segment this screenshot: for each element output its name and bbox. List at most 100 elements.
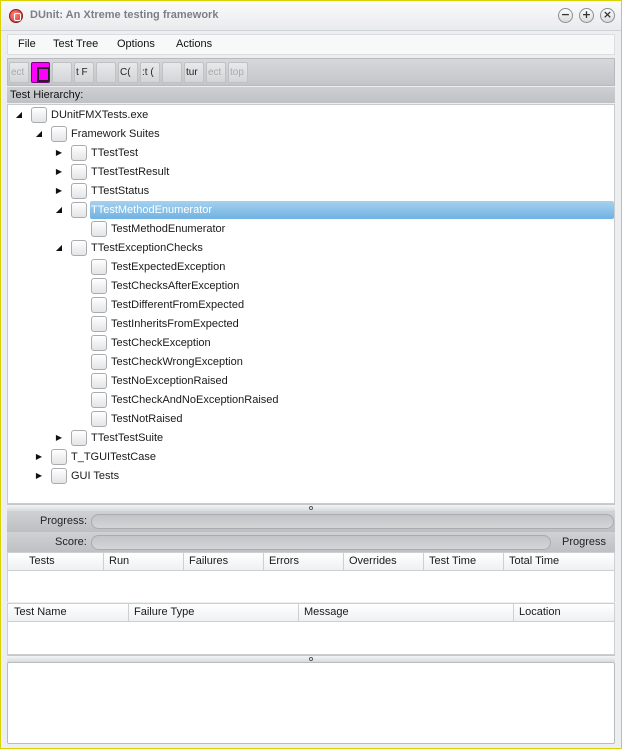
tree-node-checkbox[interactable] bbox=[51, 468, 67, 484]
expanded-arrow-icon[interactable]: ◢ bbox=[54, 205, 64, 214]
window-title: DUnit: An Xtreme testing framework bbox=[30, 9, 219, 21]
tree-node-label: TestCheckException bbox=[111, 337, 211, 349]
splitter-handle[interactable] bbox=[7, 504, 615, 511]
tree-node-checkbox[interactable] bbox=[31, 107, 47, 123]
tree-node-label: TestMethodEnumerator bbox=[111, 223, 226, 235]
expanded-arrow-icon[interactable]: ◢ bbox=[14, 110, 24, 119]
column-separator[interactable] bbox=[423, 553, 424, 571]
tree-node-checkbox[interactable] bbox=[71, 202, 87, 218]
tree-node-checkbox[interactable] bbox=[91, 259, 107, 275]
toolbar: ect t F C(:t (tur ect top bbox=[7, 58, 615, 86]
column-header[interactable]: Tests bbox=[29, 555, 55, 567]
column-header[interactable]: Failure Type bbox=[134, 606, 194, 618]
column-separator[interactable] bbox=[343, 553, 344, 571]
tree-node-checkbox[interactable] bbox=[91, 278, 107, 294]
menu-bar: File Test Tree Options Actions bbox=[7, 34, 615, 55]
test-tree[interactable]: ◢ DUnitFMXTests.exe ◢ Framework Suites ▶ TTes… bbox=[7, 104, 615, 504]
toolbar-button[interactable]: t F bbox=[74, 62, 94, 83]
tree-node-label: DUnitFMXTests.exe bbox=[51, 109, 149, 121]
tree-node-checkbox[interactable] bbox=[91, 297, 107, 313]
toolbar-button[interactable]: :t ( bbox=[140, 62, 160, 83]
score-label: Score: bbox=[55, 536, 87, 548]
tree-node-label: TestCheckWrongException bbox=[111, 356, 243, 368]
tree-node-label: TTestTestSuite bbox=[91, 432, 164, 444]
toolbar-button[interactable]: ect bbox=[206, 62, 226, 83]
tree-node-checkbox[interactable] bbox=[71, 240, 87, 256]
toolbar-button[interactable]: top bbox=[228, 62, 248, 83]
tree-node-label: TTestMethodEnumerator bbox=[91, 204, 213, 216]
tree-node-checkbox[interactable] bbox=[51, 449, 67, 465]
progress-caption: Progress bbox=[562, 536, 607, 548]
splitter-handle-lower[interactable] bbox=[7, 655, 615, 662]
tree-node-label: TestCheckAndNoExceptionRaised bbox=[111, 394, 279, 406]
column-separator[interactable] bbox=[263, 553, 264, 571]
message-log[interactable] bbox=[7, 662, 615, 744]
toolbar-button[interactable]: tur bbox=[184, 62, 204, 83]
toolbar-button[interactable] bbox=[96, 62, 116, 83]
column-header[interactable]: Errors bbox=[269, 555, 299, 567]
tree-node-label: TTestTest bbox=[91, 147, 139, 159]
column-header[interactable]: Total Time bbox=[509, 555, 559, 567]
tree-node-label: TestNotRaised bbox=[111, 413, 183, 425]
tree-node-checkbox[interactable] bbox=[71, 183, 87, 199]
tree-node-label: TestNoExceptionRaised bbox=[111, 375, 228, 387]
column-header[interactable]: Test Time bbox=[429, 555, 476, 567]
toolbar-button[interactable]: ect bbox=[9, 62, 29, 83]
column-header[interactable]: Test Name bbox=[14, 606, 67, 618]
toolbar-button[interactable]: C( bbox=[118, 62, 138, 83]
tree-node-checkbox[interactable] bbox=[91, 373, 107, 389]
tree-node-checkbox[interactable] bbox=[91, 221, 107, 237]
tree-node-checkbox[interactable] bbox=[71, 164, 87, 180]
title-bar: DUnit: An Xtreme testing framework − + × bbox=[1, 1, 621, 31]
tree-node-checkbox[interactable] bbox=[91, 316, 107, 332]
column-separator[interactable] bbox=[298, 604, 299, 622]
column-separator[interactable] bbox=[183, 553, 184, 571]
tree-node-checkbox[interactable] bbox=[71, 430, 87, 446]
failures-grid-header: Test Name Failure Type Message Location bbox=[7, 603, 615, 622]
collapsed-arrow-icon[interactable]: ▶ bbox=[34, 452, 44, 461]
tree-node-label: TestDifferentFromExpected bbox=[111, 299, 245, 311]
column-separator[interactable] bbox=[513, 604, 514, 622]
tree-node-label: TTestTestResult bbox=[91, 166, 170, 178]
column-header[interactable]: Message bbox=[304, 606, 349, 618]
collapsed-arrow-icon[interactable]: ▶ bbox=[54, 433, 64, 442]
tree-node-label: TTestStatus bbox=[91, 185, 150, 197]
tree-node-checkbox[interactable] bbox=[51, 126, 67, 142]
tree-node-label: TTestExceptionChecks bbox=[91, 242, 203, 254]
collapsed-arrow-icon[interactable]: ▶ bbox=[34, 471, 44, 480]
tree-node-checkbox[interactable] bbox=[71, 145, 87, 161]
tree-node-checkbox[interactable] bbox=[91, 354, 107, 370]
column-header[interactable]: Run bbox=[109, 555, 129, 567]
failures-grid-body[interactable] bbox=[7, 622, 615, 655]
column-header[interactable]: Failures bbox=[189, 555, 228, 567]
column-separator[interactable] bbox=[128, 604, 129, 622]
menu-file[interactable]: File bbox=[18, 38, 36, 50]
tree-node-label: TestChecksAfterException bbox=[111, 280, 240, 292]
progress-label: Progress: bbox=[40, 515, 88, 527]
toolbar-button[interactable] bbox=[52, 62, 72, 83]
maximize-button[interactable]: + bbox=[579, 8, 594, 23]
tree-node-checkbox[interactable] bbox=[91, 411, 107, 427]
menu-options[interactable]: Options bbox=[117, 38, 155, 50]
column-header[interactable]: Overrides bbox=[349, 555, 397, 567]
tree-node-label: TestExpectedException bbox=[111, 261, 226, 273]
close-button[interactable]: × bbox=[600, 8, 615, 23]
minimize-button[interactable]: − bbox=[558, 8, 573, 23]
toolbar-button[interactable] bbox=[162, 62, 182, 83]
menu-test-tree[interactable]: Test Tree bbox=[53, 38, 98, 50]
score-bar bbox=[91, 535, 551, 550]
collapsed-arrow-icon[interactable]: ▶ bbox=[54, 167, 64, 176]
tree-node-checkbox[interactable] bbox=[91, 392, 107, 408]
app-logo-icon bbox=[9, 9, 23, 23]
expanded-arrow-icon[interactable]: ◢ bbox=[34, 129, 44, 138]
select-tests-icon[interactable] bbox=[31, 62, 50, 83]
column-separator[interactable] bbox=[103, 553, 104, 571]
tree-node-checkbox[interactable] bbox=[91, 335, 107, 351]
expanded-arrow-icon[interactable]: ◢ bbox=[54, 243, 64, 252]
progress-bar bbox=[91, 514, 614, 529]
collapsed-arrow-icon[interactable]: ▶ bbox=[54, 148, 64, 157]
menu-actions[interactable]: Actions bbox=[176, 38, 212, 50]
column-header[interactable]: Location bbox=[519, 606, 561, 618]
collapsed-arrow-icon[interactable]: ▶ bbox=[54, 186, 64, 195]
column-separator[interactable] bbox=[503, 553, 504, 571]
